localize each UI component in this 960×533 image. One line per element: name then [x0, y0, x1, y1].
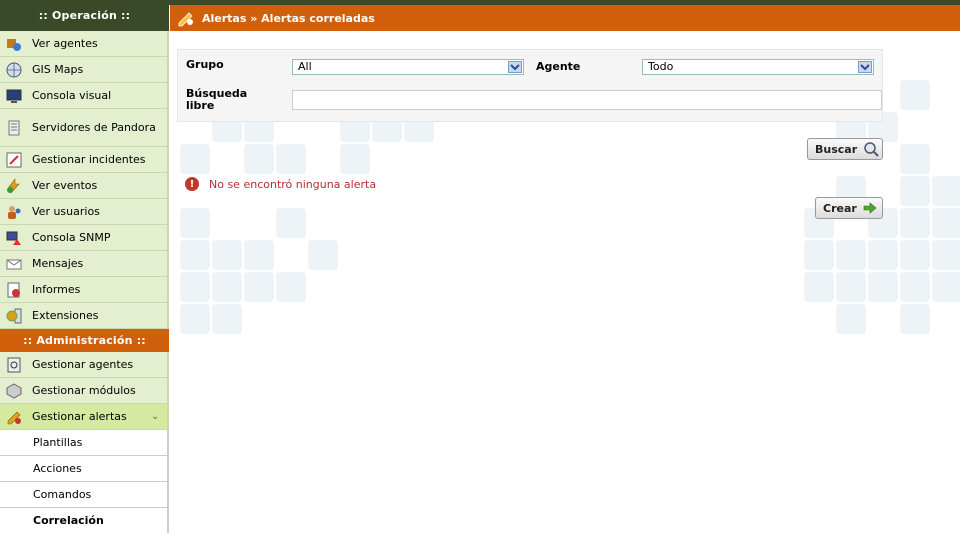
- sidebar-item-gestionar-incidentes[interactable]: Gestionar incidentes: [0, 147, 169, 173]
- agent-select[interactable]: Todo: [642, 59, 874, 75]
- search-input[interactable]: [292, 90, 882, 110]
- chevron-down-icon[interactable]: [508, 61, 522, 73]
- sidebar-item-gis-maps[interactable]: GIS Maps: [0, 57, 169, 83]
- sidebar-item-label: Servidores de Pandora: [32, 120, 156, 134]
- group-select[interactable]: All: [292, 59, 524, 75]
- alerts-icon: [5, 408, 23, 426]
- search-button[interactable]: Buscar: [807, 138, 883, 160]
- events-icon: [5, 177, 23, 195]
- subitem-plantillas[interactable]: Plantillas: [0, 430, 169, 456]
- create-button-label: Crear: [823, 201, 857, 215]
- alert-header-icon: [176, 8, 196, 28]
- sidebar-item-extensiones[interactable]: Extensiones: [0, 303, 169, 329]
- users-icon: [5, 203, 23, 221]
- monitor-icon: [5, 87, 23, 105]
- sidebar-item-label: Consola SNMP: [32, 230, 111, 244]
- create-button[interactable]: Crear: [815, 197, 883, 219]
- sidebar-item-ver-eventos[interactable]: Ver eventos: [0, 173, 169, 199]
- arrow-right-icon: [863, 202, 877, 214]
- subitem-acciones[interactable]: Acciones: [0, 456, 169, 482]
- sidebar-item-gestionar-alertas[interactable]: Gestionar alertas ⌄: [0, 404, 169, 430]
- snmp-icon: [5, 229, 23, 247]
- sidebar-item-gestionar-modulos[interactable]: Gestionar módulos: [0, 378, 169, 404]
- error-message: ! No se encontró ninguna alerta: [185, 177, 376, 191]
- sidebar-item-ver-usuarios[interactable]: Ver usuarios: [0, 199, 169, 225]
- sidebar: :: Operación :: Ver agentes GIS Maps Con…: [0, 0, 169, 533]
- sidebar-item-label: Gestionar incidentes: [32, 152, 146, 166]
- incident-icon: [5, 151, 23, 169]
- envelope-icon: [5, 255, 23, 273]
- magnifier-icon: [863, 141, 879, 157]
- sidebar-item-label: GIS Maps: [32, 62, 84, 76]
- sidebar-item-label: Extensiones: [32, 308, 99, 322]
- subitem-correlacion[interactable]: Correlación: [0, 508, 169, 533]
- page-title: Alertas » Alertas correladas: [202, 11, 375, 25]
- manage-agents-icon: [5, 356, 23, 374]
- sidebar-item-label: Gestionar alertas: [32, 409, 127, 423]
- search-button-label: Buscar: [815, 142, 858, 156]
- sidebar-item-ver-agentes[interactable]: Ver agentes: [0, 31, 169, 57]
- sidebar-item-label: Gestionar módulos: [32, 383, 136, 397]
- operation-header: :: Operación ::: [0, 0, 169, 31]
- report-icon: [5, 281, 23, 299]
- agent-label: Agente: [536, 60, 581, 73]
- sidebar-item-servidores[interactable]: Servidores de Pandora: [0, 109, 169, 147]
- sidebar-item-mensajes[interactable]: Mensajes: [0, 251, 169, 277]
- modules-icon: [5, 382, 23, 400]
- sidebar-item-label: Ver agentes: [32, 36, 98, 50]
- group-label: Grupo: [186, 58, 224, 71]
- sidebar-item-consola-snmp[interactable]: Consola SNMP: [0, 225, 169, 251]
- sidebar-item-label: Ver usuarios: [32, 204, 100, 218]
- agent-select-value: Todo: [648, 60, 674, 73]
- administration-header: :: Administración ::: [0, 329, 169, 352]
- extensions-icon: [5, 307, 23, 325]
- agents-icon: [5, 35, 23, 53]
- chevron-down-icon[interactable]: [858, 61, 872, 73]
- sidebar-item-label: Consola visual: [32, 88, 112, 102]
- chevron-down-icon[interactable]: ⌄: [151, 411, 163, 422]
- page-header: Alertas » Alertas correladas: [170, 5, 960, 31]
- subitem-comandos[interactable]: Comandos: [0, 482, 169, 508]
- error-text: No se encontró ninguna alerta: [209, 177, 377, 191]
- error-icon: !: [185, 177, 199, 191]
- sidebar-item-label: Informes: [32, 282, 81, 296]
- globe-icon: [5, 61, 23, 79]
- server-icon: [5, 119, 23, 137]
- sidebar-item-gestionar-agentes[interactable]: Gestionar agentes: [0, 352, 169, 378]
- sidebar-item-label: Mensajes: [32, 256, 84, 270]
- sidebar-item-consola-visual[interactable]: Consola visual: [0, 83, 169, 109]
- sidebar-item-label: Ver eventos: [32, 178, 98, 192]
- group-select-value: All: [298, 60, 312, 73]
- sidebar-item-informes[interactable]: Informes: [0, 277, 169, 303]
- sidebar-item-label: Gestionar agentes: [32, 357, 134, 371]
- search-label: Búsqueda libre: [186, 87, 248, 112]
